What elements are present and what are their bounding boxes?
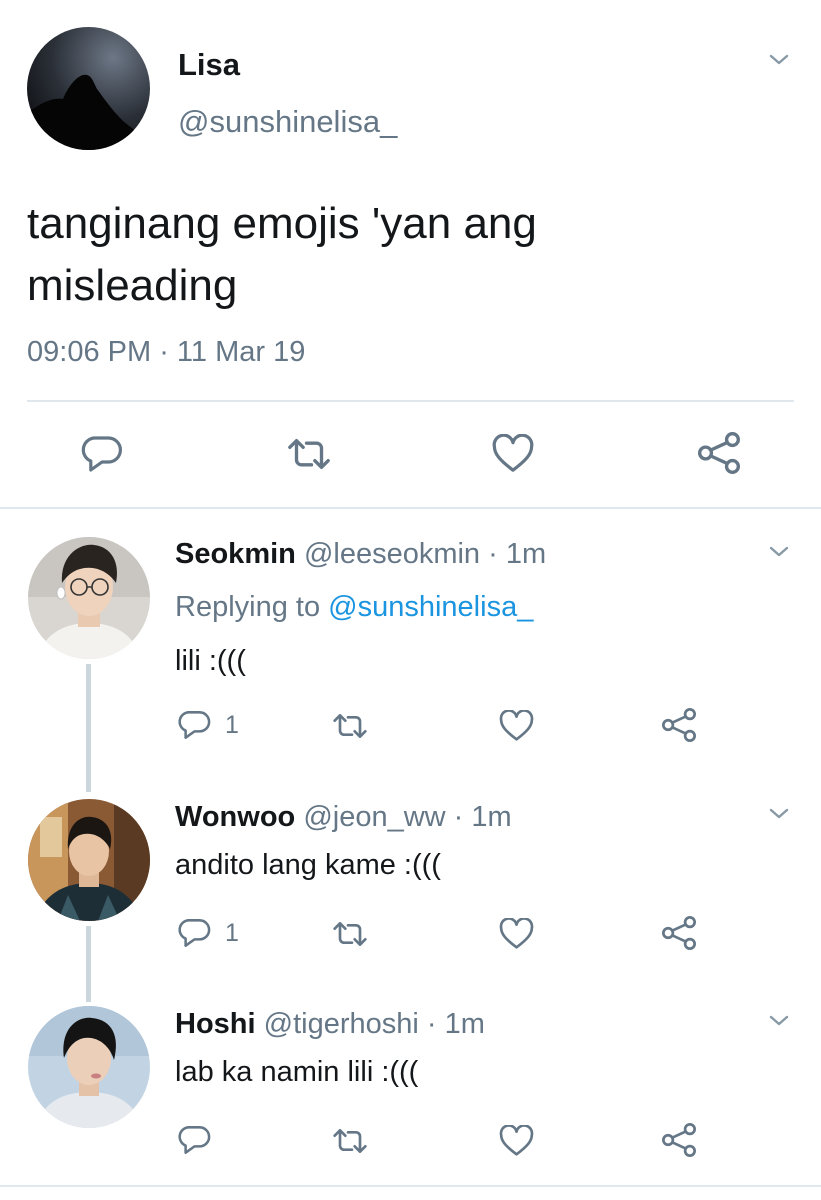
tweet-text-line: misleading [27, 261, 238, 310]
reply-avatar[interactable] [28, 1006, 150, 1128]
share-icon [662, 708, 696, 742]
share-icon [662, 916, 696, 950]
author-handle[interactable]: @sunshinelisa_ [178, 104, 397, 140]
reply-header: Seokmin @leeseokmin · 1m [175, 538, 546, 571]
reply-handle[interactable]: @jeon_ww [303, 801, 445, 833]
reply-handle[interactable]: @tigerhoshi [264, 1008, 419, 1040]
author-avatar[interactable] [27, 27, 150, 150]
divider [27, 400, 794, 402]
reply-count: 1 [225, 918, 239, 947]
retweet-icon [288, 438, 330, 470]
reply-avatar[interactable] [28, 799, 150, 921]
author-display-name[interactable]: Lisa [178, 47, 240, 83]
tweet-timestamp[interactable]: 09:06 PM · 11 Mar 19 [27, 336, 305, 369]
chevron-down-icon[interactable] [769, 808, 789, 820]
reply-button[interactable] [81, 434, 123, 474]
like-icon [499, 1125, 534, 1156]
retweet-button[interactable] [332, 1125, 368, 1157]
tweet-date: 11 Mar 19 [176, 336, 306, 368]
replying-to-handle[interactable]: @sunshinelisa_ [328, 591, 533, 623]
reply-time: · 1m [445, 801, 512, 833]
share-icon [698, 432, 740, 474]
reply-icon [178, 919, 211, 947]
share-button[interactable] [662, 708, 696, 742]
retweet-icon [333, 713, 367, 739]
retweet-icon [333, 1129, 367, 1153]
retweet-button[interactable] [332, 710, 368, 742]
section-divider [0, 1185, 821, 1187]
reply-text: lab ka namin lili :((( [175, 1056, 419, 1088]
retweet-button[interactable] [332, 918, 368, 950]
like-icon [499, 918, 534, 949]
reply-text: andito lang kame :((( [175, 849, 441, 881]
reply-header: Hoshi @tigerhoshi · 1m [175, 1008, 485, 1041]
replying-to-label: Replying to [175, 591, 329, 623]
reply-button[interactable]: 1 [178, 709, 239, 741]
section-divider [0, 507, 821, 509]
tweet-text-line: tanginang emojis 'yan ang [27, 199, 537, 248]
like-icon [499, 710, 534, 741]
reply-time: · 1m [480, 538, 547, 570]
chevron-down-icon[interactable] [769, 1015, 789, 1027]
reply-icon [178, 711, 211, 739]
replying-to: Replying to @sunshinelisa_ [175, 591, 533, 624]
reply-handle[interactable]: @leeseokmin [304, 538, 480, 570]
reply-button[interactable] [178, 1124, 225, 1156]
reply-count: 1 [225, 710, 239, 739]
timestamp-separator: · [151, 336, 177, 368]
chevron-down-icon[interactable] [769, 546, 789, 558]
reply-display-name[interactable]: Wonwoo [175, 801, 295, 833]
reply-icon [81, 436, 123, 472]
like-icon [492, 434, 534, 472]
share-button[interactable] [662, 916, 696, 950]
share-button[interactable] [698, 432, 740, 474]
thread-connector [86, 664, 91, 792]
reply-display-name[interactable]: Hoshi [175, 1008, 256, 1040]
chevron-down-icon[interactable] [769, 54, 789, 66]
tweet-time: 09:06 PM [27, 336, 152, 368]
like-button[interactable] [499, 1125, 534, 1157]
reply-button[interactable]: 1 [178, 917, 239, 949]
reply-icon [178, 1126, 211, 1154]
reply-avatar[interactable] [28, 537, 150, 659]
reply-display-name[interactable]: Seokmin [175, 538, 296, 570]
like-button[interactable] [499, 918, 534, 950]
retweet-icon [333, 921, 367, 947]
like-button[interactable] [492, 434, 534, 474]
share-icon [662, 1123, 696, 1157]
reply-text: lili :((( [175, 645, 246, 677]
reply-header: Wonwoo @jeon_ww · 1m [175, 801, 512, 834]
retweet-button[interactable] [287, 434, 331, 474]
thread-connector [86, 926, 91, 1002]
like-button[interactable] [499, 710, 534, 742]
tweet-text: tanginang emojis 'yan ang misleading [27, 193, 537, 317]
reply-time: · 1m [418, 1008, 485, 1040]
share-button[interactable] [662, 1123, 696, 1157]
